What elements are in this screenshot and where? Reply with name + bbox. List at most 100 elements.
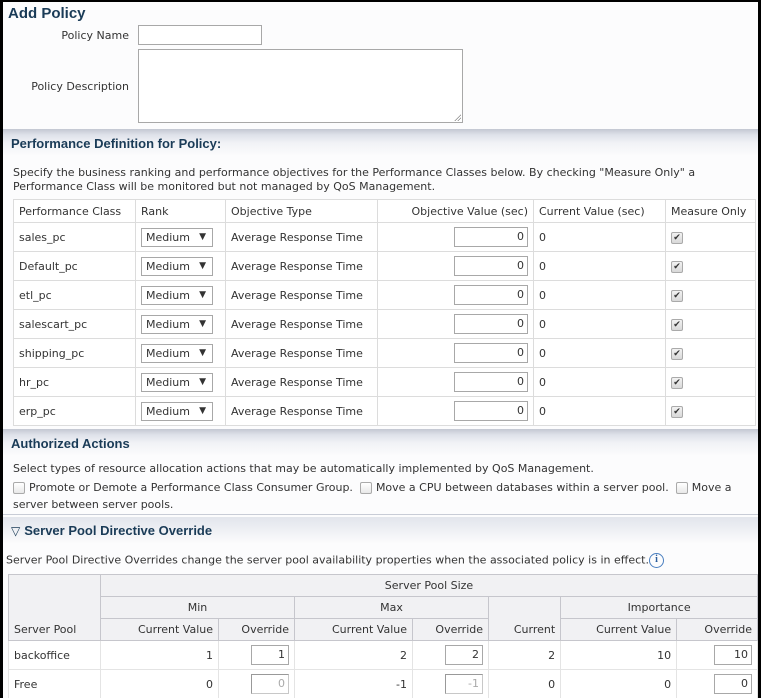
server-pool-section-title: Server Pool Directive Override [24,523,213,538]
rank-select[interactable]: Medium ▼ [141,343,213,363]
current-value: 0 [533,309,666,339]
min-current-value: 1 [100,640,219,670]
move-server-checkbox[interactable] [675,482,688,494]
header-importance: Importance [560,596,758,619]
header-min-override: Override [218,618,295,641]
checkmark-icon: ✔ [673,377,681,388]
policy-name-label: Policy Name [61,29,129,42]
header-max: Max [294,596,489,619]
performance-class-name: sales_pc [13,222,136,252]
collapse-triangle-icon[interactable]: ▽ [11,524,20,538]
objective-type: Average Response Time [225,222,378,252]
rank-cell: Medium ▼ [135,280,226,310]
objective-value-input[interactable]: 0 [454,343,528,363]
rank-select[interactable]: Medium ▼ [141,227,213,247]
rank-select[interactable]: Medium ▼ [141,372,213,392]
importance-override-input[interactable]: 10 [714,645,752,665]
measure-only-checkbox[interactable]: ✔ [671,376,683,389]
objective-value-input[interactable]: 0 [454,401,528,421]
rank-value: Medium [146,375,190,389]
server-pool-name: backoffice [8,640,101,670]
measure-only-cell: ✔ [665,338,756,368]
objective-value-input[interactable]: 0 [454,372,528,392]
objective-value-cell: 0 [377,280,534,310]
rank-value: Medium [146,230,190,244]
checkmark-icon: ✔ [673,348,681,359]
objective-value-input[interactable]: 0 [454,314,528,334]
current-value: 0 [533,367,666,397]
objective-value-cell: 0 [377,251,534,281]
col-current-value: Current Value (sec) [533,199,666,223]
performance-class-name: shipping_pc [13,338,136,368]
measure-only-checkbox[interactable]: ✔ [671,347,683,360]
col-measure-only: Measure Only [665,199,756,223]
max-override-cell: 2 [412,640,489,670]
actions-section-title: Authorized Actions [11,436,130,451]
importance-current-value: 0 [560,669,678,698]
performance-class-name: hr_pc [13,367,136,397]
max-current-value: -1 [294,669,413,698]
importance-override-input[interactable]: 0 [714,674,752,694]
objective-value-cell: 0 [377,367,534,397]
resize-grip-icon[interactable] [454,114,461,121]
rank-select[interactable]: Medium ▼ [141,285,213,305]
policy-description-textarea[interactable] [138,49,463,123]
measure-only-cell: ✔ [665,309,756,339]
add-policy-page: Add Policy Policy Name Policy Descriptio… [3,2,758,698]
objective-value-input[interactable]: 0 [454,227,528,247]
objective-type: Average Response Time [225,280,378,310]
performance-row: salescart_pc Medium ▼ Average Response Time… [13,309,756,339]
checkmark-icon: ✔ [673,261,681,272]
rank-value: Medium [146,317,190,331]
dropdown-arrow-icon: ▼ [199,260,206,271]
objective-value-cell: 0 [377,222,534,252]
performance-class-name: salescart_pc [13,309,136,339]
measure-only-cell: ✔ [665,280,756,310]
measure-only-cell: ✔ [665,222,756,252]
min-override-cell: 1 [218,640,295,670]
importance-current-value: 10 [560,640,678,670]
measure-only-checkbox[interactable]: ✔ [671,405,683,418]
objective-type: Average Response Time [225,251,378,281]
checkmark-icon: ✔ [673,290,681,301]
measure-only-checkbox[interactable]: ✔ [671,260,683,273]
dropdown-arrow-icon: ▼ [199,231,206,242]
max-override-input: -1 [445,674,483,694]
current-size: 0 [487,669,562,698]
dropdown-arrow-icon: ▼ [199,289,206,300]
performance-row: shipping_pc Medium ▼ Average Response Time 0… [13,338,756,368]
header-server-pool: Server Pool [8,618,101,641]
policy-description-label: Policy Description [31,80,129,93]
current-value: 0 [533,222,666,252]
max-override-input[interactable]: 2 [445,645,483,665]
objective-value-input[interactable]: 0 [454,285,528,305]
current-value: 0 [533,280,666,310]
min-current-value: 0 [100,669,219,698]
objective-type: Average Response Time [225,367,378,397]
rank-select[interactable]: Medium ▼ [141,314,213,334]
performance-description-line1: Specify the business ranking and perform… [13,166,696,179]
measure-only-checkbox[interactable]: ✔ [671,318,683,331]
performance-row: sales_pc Medium ▼ Average Response Time 0 0 ✔ [13,222,756,252]
measure-only-cell: ✔ [665,367,756,397]
objective-value-cell: 0 [377,338,534,368]
rank-select[interactable]: Medium ▼ [141,401,213,421]
min-override-input: 0 [251,674,289,694]
rank-value: Medium [146,288,190,302]
min-override-input[interactable]: 1 [251,645,289,665]
info-icon[interactable]: i [648,553,664,568]
measure-only-checkbox[interactable]: ✔ [671,289,683,302]
header-server-pool-size: Server Pool Size [100,574,758,597]
policy-name-input[interactable] [138,25,262,45]
header-min-current-value: Current Value [100,618,219,641]
actions-options: Promote or Demote a Performance Class Co… [13,479,748,513]
importance-override-cell: 10 [676,640,758,670]
objective-value-input[interactable]: 0 [454,256,528,276]
promote-demote-checkbox[interactable] [13,482,25,494]
dropdown-arrow-icon: ▼ [199,405,206,416]
measure-only-checkbox[interactable]: ✔ [671,231,683,244]
move-cpu-checkbox[interactable] [359,482,372,494]
rank-select[interactable]: Medium ▼ [141,256,213,276]
server-pool-section-header[interactable]: ▽ Server Pool Directive Override [3,517,758,543]
performance-row: etl_pc Medium ▼ Average Response Time 0 0 ✔ [13,280,756,310]
